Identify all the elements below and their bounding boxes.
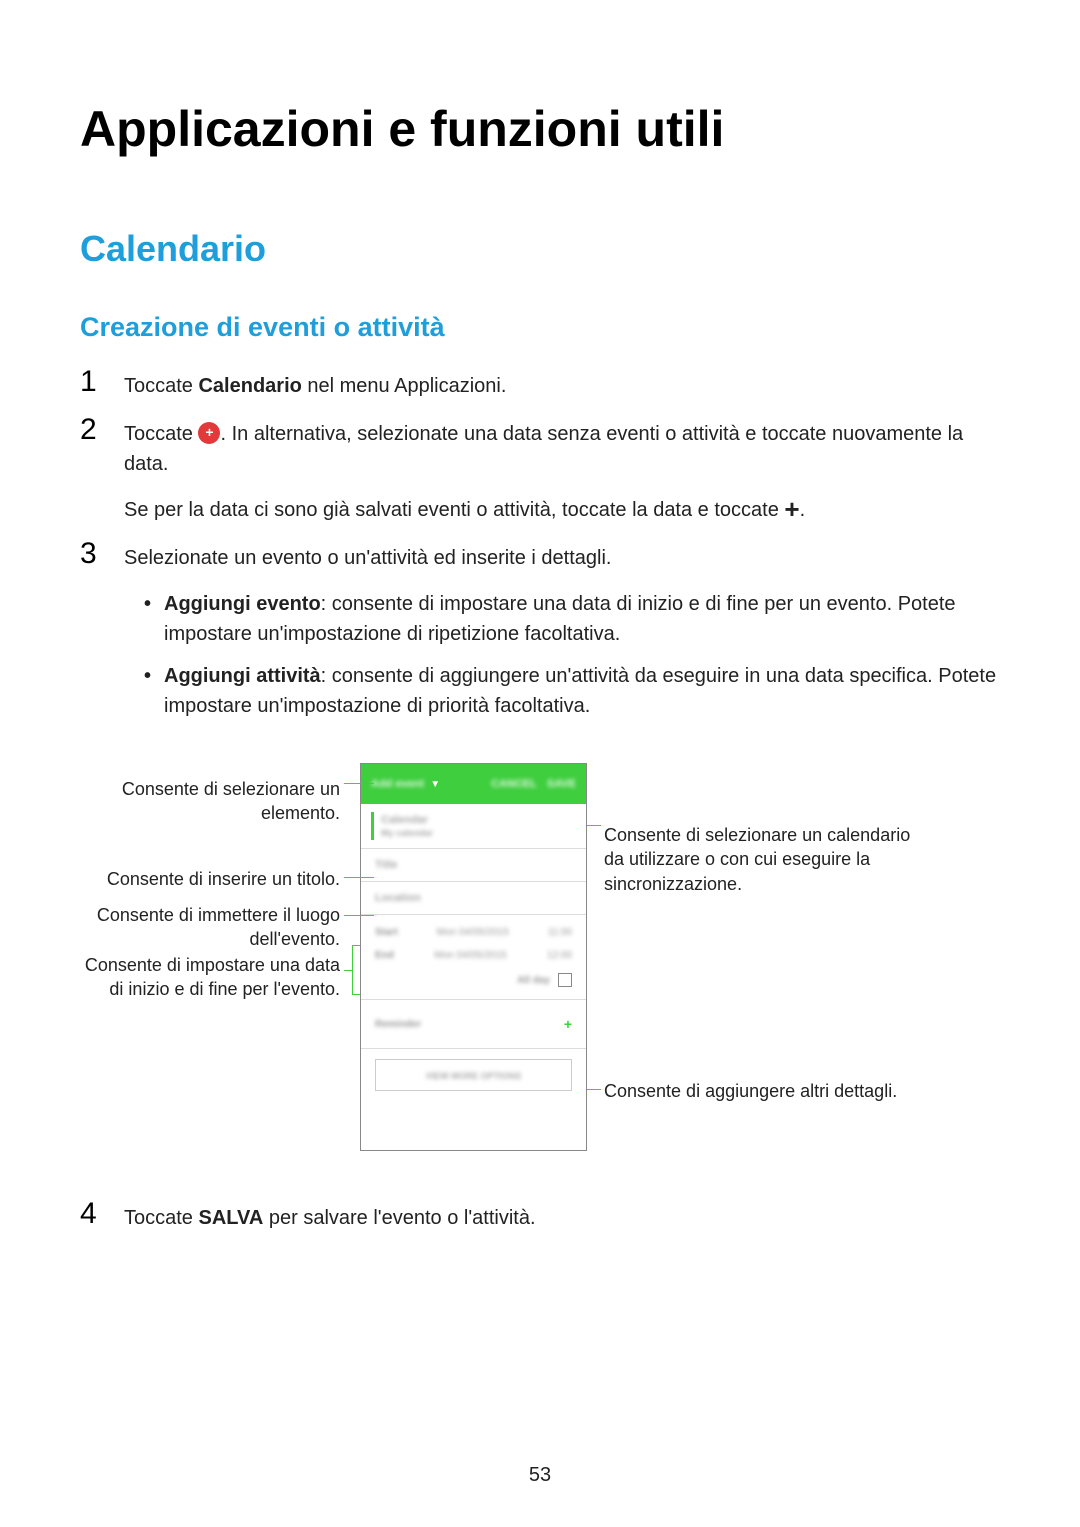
- step-1: 1 Toccate Calendario nel menu Applicazio…: [80, 371, 1000, 401]
- step-1-text-b: nel menu Applicazioni.: [302, 375, 507, 397]
- step-2: 2 Toccate +. In alternativa, selezionate…: [80, 419, 1000, 525]
- phone-location-section: Location: [361, 882, 586, 915]
- phone-mockup: Add event ▼ CANCEL SAVE Calendar My cale…: [360, 763, 587, 1151]
- step-1-bold: Calendario: [198, 375, 301, 397]
- phone-reminder-section: Reminder +: [361, 1000, 586, 1049]
- phone-end-date: Mon 04/05/2015: [434, 950, 506, 961]
- chevron-down-icon: ▼: [430, 779, 440, 790]
- phone-end-label: End: [375, 950, 394, 961]
- page-title: Applicazioni e funzioni utili: [80, 100, 1000, 158]
- phone-allday-label: All day: [517, 975, 550, 986]
- callout-calendar-select: Consente di selezionare un calendario da…: [604, 823, 914, 896]
- step-number-3: 3: [80, 539, 116, 569]
- step-3: 3 Selezionate un evento o un'attività ed…: [80, 543, 1000, 733]
- phone-allday-row: All day: [375, 967, 572, 993]
- step-1-content: Toccate Calendario nel menu Applicazioni…: [124, 371, 1000, 401]
- plus-icon: +: [784, 496, 799, 522]
- diagram-container: Add event ▼ CANCEL SAVE Calendar My cale…: [80, 763, 1000, 1163]
- phone-calendar-section: Calendar My calendar: [361, 804, 586, 849]
- bullet-2-bold: Aggiungi attività: [164, 665, 321, 687]
- callout-select-element: Consente di selezionare un elemento.: [80, 777, 340, 826]
- phone-end-row: End Mon 04/05/2015 12:00: [375, 944, 572, 967]
- calendar-accent-bar: [371, 812, 374, 840]
- step-4-bold: SALVA: [198, 1207, 263, 1229]
- callout-more-details: Consente di aggiungere altri dettagli.: [604, 1079, 914, 1103]
- subsection-title: Creazione di eventi o attività: [80, 312, 1000, 343]
- header-save: SAVE: [547, 778, 576, 790]
- callout-dates: Consente di impostare una data di inizio…: [80, 953, 340, 1002]
- header-add-event: Add event: [371, 778, 424, 790]
- phone-title-section: Title: [361, 849, 586, 882]
- phone-start-date: Mon 04/05/2015: [437, 927, 509, 938]
- step-2-text-b: . In alternativa, selezionate una data s…: [124, 423, 963, 475]
- bullet-dot: •: [144, 589, 164, 649]
- bullet-list: • Aggiungi evento: consente di impostare…: [124, 589, 1000, 721]
- step-4-text-b: per salvare l'evento o l'attività.: [263, 1207, 535, 1229]
- allday-checkbox: [558, 973, 572, 987]
- step-1-text-a: Toccate: [124, 375, 198, 397]
- phone-start-time: 11:00: [548, 927, 572, 938]
- step-4: 4 Toccate SALVA per salvare l'evento o l…: [80, 1203, 1000, 1233]
- callout-line: [587, 825, 601, 826]
- phone-dates-section: Start Mon 04/05/2015 11:00 End Mon 04/05…: [361, 915, 586, 1000]
- page-number: 53: [0, 1464, 1080, 1487]
- step-3-content: Selezionate un evento o un'attività ed i…: [124, 543, 1000, 733]
- step-number-4: 4: [80, 1199, 116, 1229]
- phone-calendar-label: Calendar: [381, 814, 572, 826]
- step-number-2: 2: [80, 415, 116, 445]
- step-4-content: Toccate SALVA per salvare l'evento o l'a…: [124, 1203, 1000, 1233]
- callout-location: Consente di immettere il luogo dell'even…: [80, 903, 340, 952]
- step-2-cont-a: Se per la data ci sono già salvati event…: [124, 499, 784, 521]
- section-title: Calendario: [80, 228, 1000, 270]
- view-more-label: VIEW MORE OPTIONS: [426, 1071, 522, 1081]
- add-circle-icon: +: [198, 422, 220, 444]
- view-more-button: VIEW MORE OPTIONS: [375, 1059, 572, 1091]
- bullet-dot: •: [144, 661, 164, 721]
- header-cancel: CANCEL: [491, 778, 537, 790]
- callout-line: [587, 1089, 601, 1090]
- phone-header: Add event ▼ CANCEL SAVE: [361, 764, 586, 804]
- phone-my-calendar: My calendar: [381, 828, 572, 838]
- callout-title: Consente di inserire un titolo.: [80, 867, 340, 891]
- phone-end-time: 12:00: [547, 950, 572, 961]
- phone-start-label: Start: [375, 927, 398, 938]
- bracket-left: [352, 945, 360, 995]
- step-4-text-a: Toccate: [124, 1207, 198, 1229]
- phone-start-row: Start Mon 04/05/2015 11:00: [375, 921, 572, 944]
- step-2-content: Toccate +. In alternativa, selezionate u…: [124, 419, 1000, 525]
- step-number-1: 1: [80, 367, 116, 397]
- bullet-1-bold: Aggiungi evento: [164, 593, 321, 615]
- callout-line: [344, 915, 374, 916]
- callout-line: [344, 783, 374, 784]
- phone-title-field: Title: [375, 859, 572, 871]
- step-2-cont-b: .: [800, 499, 806, 521]
- phone-location-field: Location: [375, 892, 572, 904]
- reminder-plus-icon: +: [564, 1016, 572, 1032]
- step-2-text-a: Toccate: [124, 423, 198, 445]
- bullet-2: • Aggiungi attività: consente di aggiung…: [144, 661, 1000, 721]
- phone-reminder-label: Reminder: [375, 1019, 421, 1030]
- bullet-1: • Aggiungi evento: consente di impostare…: [144, 589, 1000, 649]
- step-3-text-a: Selezionate un evento o un'attività ed i…: [124, 547, 611, 569]
- callout-line: [344, 970, 352, 971]
- callout-line: [344, 877, 374, 878]
